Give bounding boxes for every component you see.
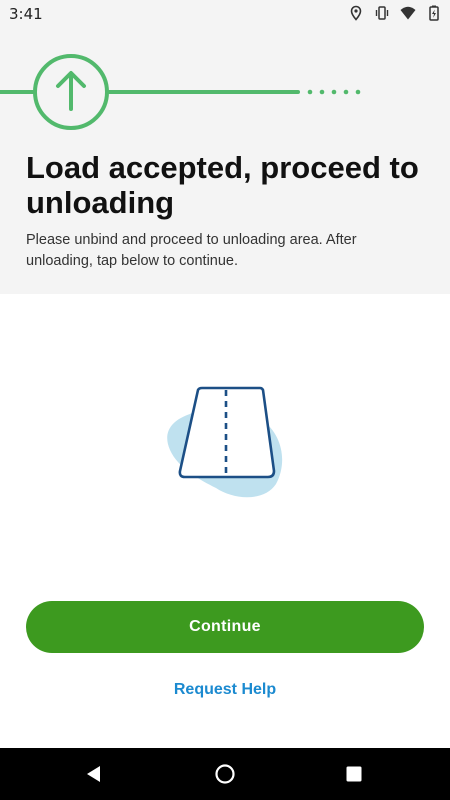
vibrate-icon <box>374 5 390 21</box>
road-icon <box>167 386 283 498</box>
home-icon[interactable] <box>213 762 237 786</box>
header-section: Load accepted, proceed to unloading Plea… <box>0 28 450 294</box>
navigation-bar <box>0 748 450 800</box>
progress-remaining-dots <box>307 89 361 95</box>
progress-tracker <box>0 54 361 130</box>
location-icon <box>348 5 364 21</box>
page-title: Load accepted, proceed to unloading <box>26 150 419 220</box>
continue-button[interactable]: Continue <box>26 601 424 653</box>
wifi-icon <box>400 5 416 21</box>
recents-icon[interactable] <box>342 762 366 786</box>
status-time: 3:41 <box>9 5 43 23</box>
request-help-link[interactable]: Request Help <box>0 681 450 699</box>
status-bar: 3:41 <box>0 0 450 28</box>
page-subtitle: Please unbind and proceed to unloading a… <box>26 232 357 269</box>
battery-charging-icon <box>426 5 442 21</box>
status-icons <box>348 5 442 21</box>
back-icon[interactable] <box>82 762 106 786</box>
